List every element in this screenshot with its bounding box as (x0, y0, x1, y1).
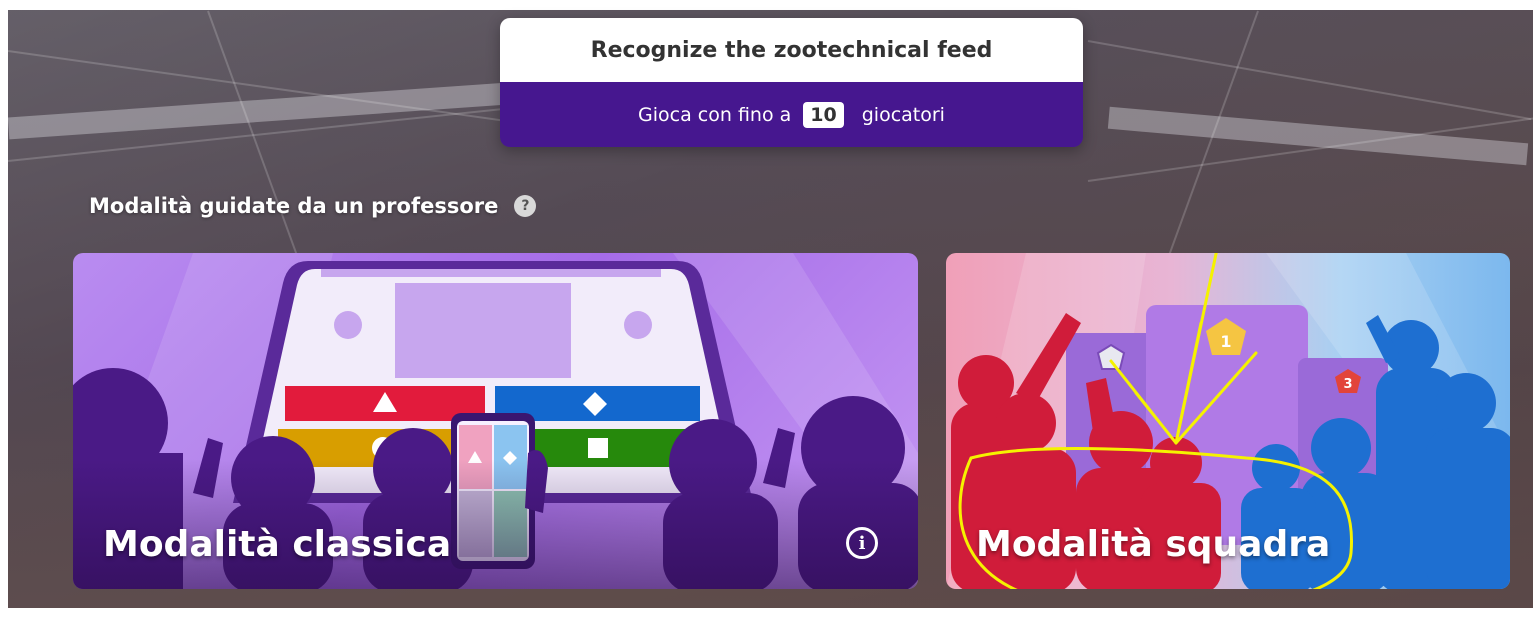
ceiling-line (207, 10, 298, 256)
section-title: Modalità guidate da un professore (89, 194, 499, 218)
classic-mode-label: Modalità classica (103, 524, 452, 565)
ceiling-line (1087, 40, 1532, 121)
podium-third-place: 3 (1343, 377, 1352, 392)
info-icon[interactable]: i (846, 527, 878, 559)
ceiling-light (1107, 106, 1529, 166)
player-limit-banner: Gioca con fino a 10 giocatori (500, 82, 1083, 147)
podium-first-place: 1 (1220, 332, 1231, 351)
help-icon[interactable]: ? (514, 195, 537, 217)
player-limit-prefix: Gioca con fino a (638, 103, 792, 126)
player-limit-suffix: giocatori (861, 103, 945, 126)
player-count-badge: 10 (803, 101, 844, 128)
team-mode-card[interactable]: 1 3 Modalità squadra (946, 253, 1510, 589)
team-mode-label: Modalità squadra (976, 524, 1331, 565)
teacher-led-modes-heading: Modalità guidate da un professore ? (89, 194, 537, 218)
game-title: Recognize the zootechnical feed (500, 18, 1083, 82)
classic-mode-card[interactable]: Modalità classica i (73, 253, 918, 589)
game-title-card: Recognize the zootechnical feed Gioca co… (500, 18, 1083, 147)
